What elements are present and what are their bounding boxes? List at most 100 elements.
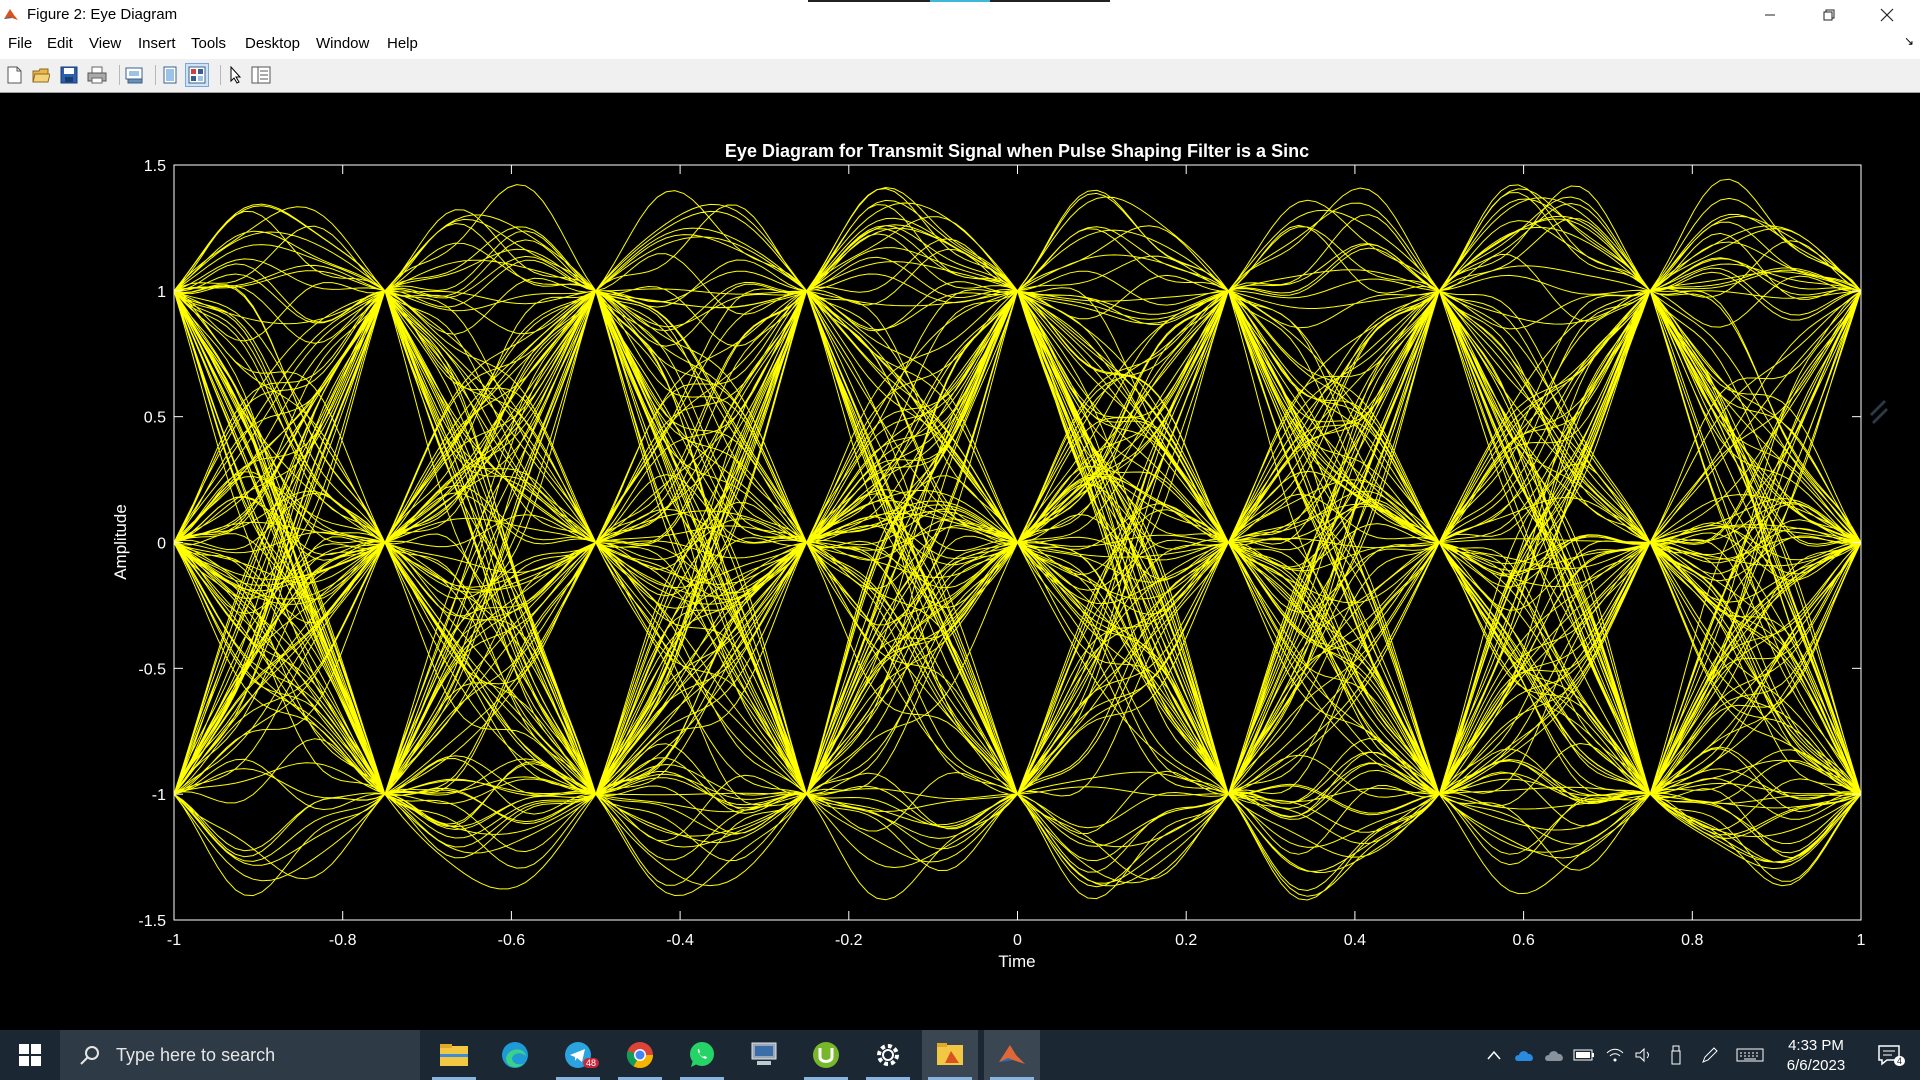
tray-onedrive-sync[interactable] <box>1511 1030 1539 1080</box>
tray-pen[interactable] <box>1696 1030 1724 1080</box>
y-axis-label: Amplitude <box>111 504 130 580</box>
menu-edit[interactable]: Edit <box>47 35 73 52</box>
x-axis-label: Time <box>998 952 1035 971</box>
wifi-icon <box>1606 1048 1624 1062</box>
tray-overflow[interactable] <box>1482 1030 1506 1080</box>
taskbar-edge[interactable] <box>487 1030 543 1080</box>
hide-plot-tools-button[interactable] <box>158 63 182 87</box>
x-tick-label: -0.6 <box>498 932 526 949</box>
cloud-icon <box>1545 1051 1563 1061</box>
x-tick-label: 0.8 <box>1681 932 1703 949</box>
notification-count: 4 <box>1894 1056 1906 1066</box>
edit-plot-button[interactable] <box>224 63 248 87</box>
property-inspector-button[interactable] <box>249 63 273 87</box>
whatsapp-icon <box>690 1042 714 1067</box>
brush-tool-icon[interactable] <box>1862 384 1892 434</box>
show-plot-tools-button[interactable] <box>185 63 209 87</box>
telegram-badge: 48 <box>583 1058 600 1068</box>
close-icon <box>1880 8 1894 21</box>
menu-desktop[interactable]: Desktop <box>245 35 300 52</box>
chart-title: Eye Diagram for Transmit Signal when Pul… <box>725 141 1309 161</box>
eye-diagram-plot[interactable]: -1 -0.8 -0.6 -0.4 -0.2 0 0.2 0.4 0.6 0.8 1-1.5-1-0… <box>0 93 1920 1030</box>
taskbar-utorrent[interactable] <box>798 1030 854 1080</box>
start-button[interactable] <box>0 1030 60 1080</box>
windows-taskbar: Type here to search 48 4:33 PM 6/6/2023 … <box>0 1030 1920 1080</box>
open-file-button[interactable] <box>29 63 53 87</box>
toolbar-separator <box>220 65 221 85</box>
taskbar-telegram[interactable]: 48 <box>550 1030 606 1080</box>
menu-bar: File Edit View Insert Tools Desktop Wind… <box>0 29 1920 59</box>
x-tick-label: 0.2 <box>1175 932 1197 949</box>
dock-figure-icon[interactable]: ↘ <box>1904 34 1914 48</box>
chevron-up-icon <box>1487 1050 1501 1060</box>
taskbar-chrome[interactable] <box>612 1030 668 1080</box>
new-figure-button[interactable] <box>2 63 26 87</box>
figure-canvas[interactable]: -1 -0.8 -0.6 -0.4 -0.2 0 0.2 0.4 0.6 0.8 1 -1.5 -1 -0… <box>0 93 1920 1030</box>
settings-icon <box>877 1044 899 1066</box>
close-button[interactable] <box>1864 0 1910 29</box>
link-plot-button[interactable] <box>123 63 147 87</box>
menu-view[interactable]: View <box>89 35 121 52</box>
usb-drive-icon <box>1671 1045 1681 1065</box>
menu-file[interactable]: File <box>8 35 32 52</box>
taskbar-file-explorer[interactable] <box>426 1030 482 1080</box>
y-tick-label: -1 <box>152 787 166 804</box>
minimize-icon <box>1765 14 1775 15</box>
clock-date: 6/6/2023 <box>1786 1057 1846 1074</box>
title-accent-line <box>808 0 1110 2</box>
figure-toolbar <box>0 59 1920 93</box>
y-tick-label: 1 <box>157 284 166 301</box>
keyboard-icon <box>1736 1048 1764 1062</box>
search-placeholder: Type here to search <box>116 1044 276 1065</box>
edge-icon <box>502 1042 528 1068</box>
tray-usb[interactable] <box>1662 1030 1690 1080</box>
taskbar-search[interactable]: Type here to search <box>60 1030 420 1080</box>
taskbar-whatsapp[interactable] <box>674 1030 730 1080</box>
show-plot-tools-icon <box>188 66 206 84</box>
taskbar-clock[interactable]: 4:33 PM 6/6/2023 <box>1766 1036 1866 1076</box>
tray-keyboard[interactable] <box>1733 1030 1767 1080</box>
restore-button[interactable] <box>1806 0 1852 29</box>
taskbar-matlab-folder[interactable] <box>922 1030 978 1080</box>
utorrent-icon <box>813 1042 839 1068</box>
restore-icon <box>1823 9 1835 20</box>
windows-logo-icon <box>19 1044 41 1066</box>
property-inspector-icon <box>251 66 271 84</box>
pen-icon <box>1702 1047 1718 1063</box>
menu-tools[interactable]: Tools <box>191 35 226 52</box>
y-tick-label: 1.5 <box>144 158 166 175</box>
title-bar: Figure 2: Eye Diagram <box>0 0 1920 29</box>
y-tick-label: 0 <box>157 536 166 553</box>
menu-window[interactable]: Window <box>316 35 369 52</box>
tray-onedrive[interactable] <box>1541 1030 1569 1080</box>
x-tick-label: -0.2 <box>835 932 863 949</box>
y-tick-label: -0.5 <box>138 661 166 678</box>
taskbar-matlab[interactable] <box>984 1030 1040 1080</box>
battery-icon <box>1573 1049 1594 1061</box>
save-button[interactable] <box>57 63 81 87</box>
taskbar-settings[interactable] <box>860 1030 916 1080</box>
tray-wifi[interactable] <box>1601 1030 1629 1080</box>
y-tick-label: -1.5 <box>138 913 166 930</box>
notification-center[interactable]: 4 <box>1864 1030 1914 1080</box>
matlab-folder-icon <box>937 1043 963 1065</box>
new-figure-icon <box>7 66 22 84</box>
chrome-icon <box>626 1042 654 1069</box>
taskbar-network-drive[interactable] <box>736 1030 792 1080</box>
speaker-icon <box>1635 1047 1649 1063</box>
x-tick-label: 0 <box>1013 932 1022 949</box>
x-tick-label: -1 <box>167 932 181 949</box>
network-drive-icon <box>751 1042 777 1065</box>
tray-battery[interactable] <box>1570 1030 1598 1080</box>
minimize-button[interactable] <box>1747 0 1793 29</box>
window-title: Figure 2: Eye Diagram <box>27 6 178 23</box>
menu-help[interactable]: Help <box>387 35 418 52</box>
x-tick-label: -0.4 <box>666 932 694 949</box>
link-plot-icon <box>125 67 143 84</box>
menu-insert[interactable]: Insert <box>138 35 176 52</box>
print-button[interactable] <box>85 63 109 87</box>
tray-volume[interactable] <box>1630 1030 1658 1080</box>
matlab-app-icon <box>4 9 18 20</box>
clock-time: 4:33 PM <box>1788 1037 1844 1054</box>
toolbar-separator <box>155 65 156 85</box>
